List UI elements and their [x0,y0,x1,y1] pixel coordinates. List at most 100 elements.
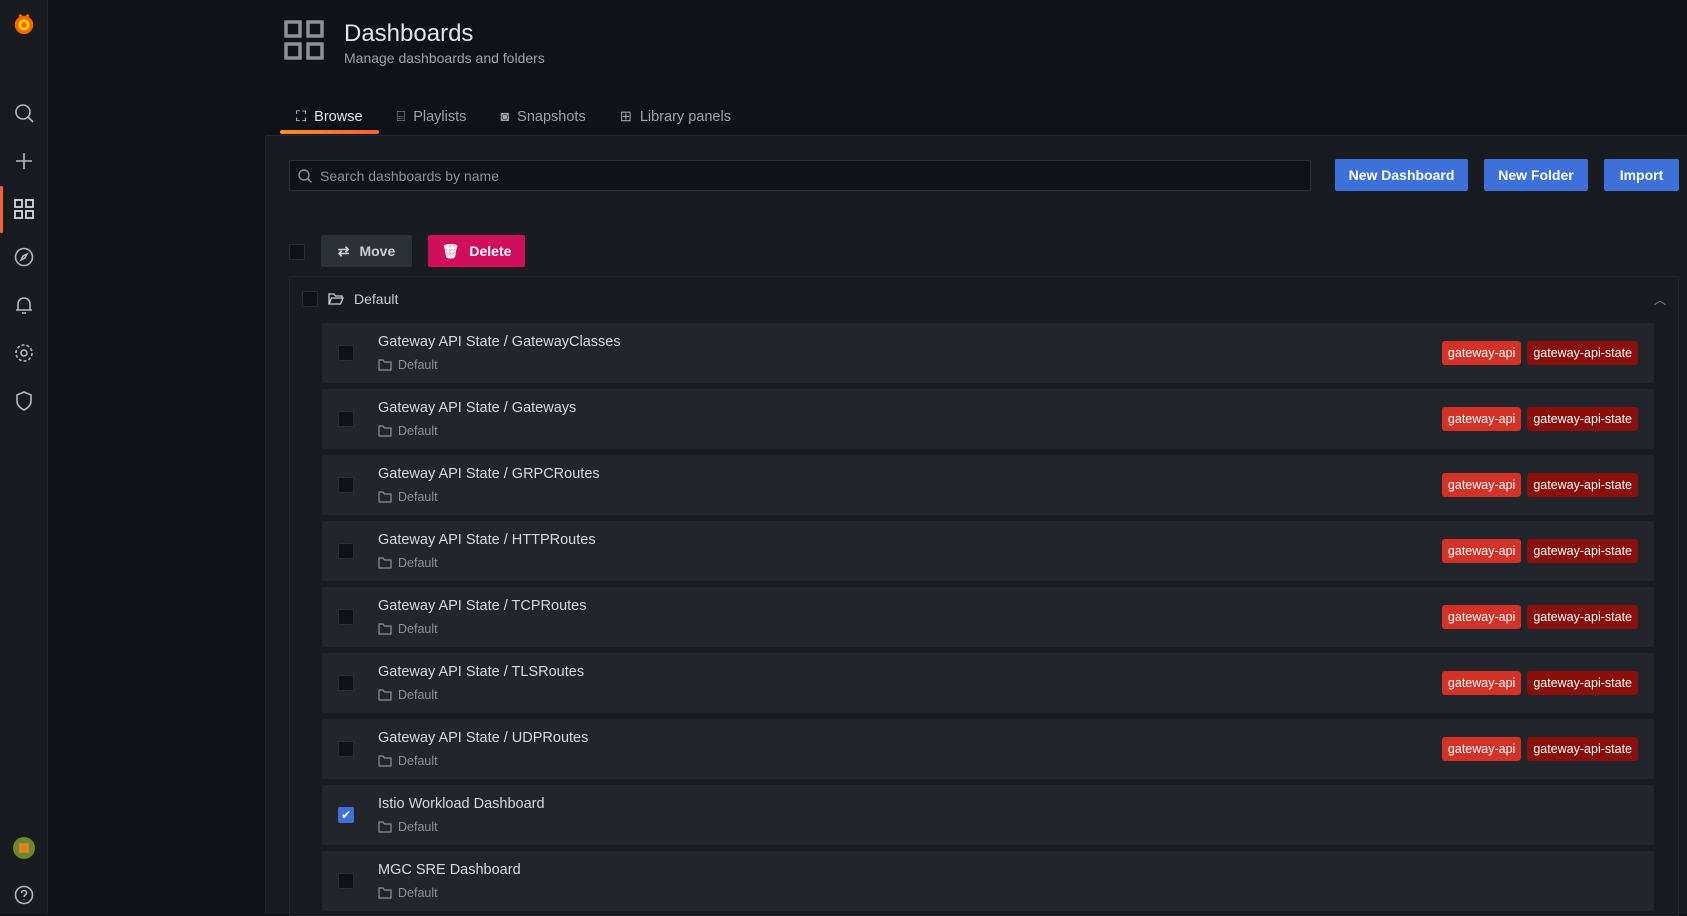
swap-arrows-icon: ⇄ [337,242,350,259]
bell-icon[interactable] [12,293,36,317]
folder-label: Default [398,424,438,438]
tag-badge[interactable]: gateway-api [1441,473,1522,497]
dashboard-checkbox[interactable] [338,345,354,361]
import-button[interactable]: Import [1604,159,1679,191]
page-title: Dashboards [344,20,474,47]
tag-badge[interactable]: gateway-api [1441,605,1522,629]
folder-icon [378,425,392,437]
dashboard-checkbox[interactable] [338,675,354,691]
tab-label: Playlists [413,109,467,125]
shield-icon[interactable] [12,389,36,413]
dashboard-list-item[interactable]: Gateway API State / HTTPRoutes Default g… [322,521,1654,581]
tag-badge[interactable]: gateway-api-state [1527,539,1638,563]
tag-badge[interactable]: gateway-api-state [1527,407,1638,431]
chevron-up-icon[interactable]: ︿ [1654,291,1666,308]
tab-snapshots[interactable]: ◙ Snapshots [484,104,601,130]
folder-header[interactable]: Default [302,291,398,307]
search-placeholder: Search dashboards by name [320,167,499,184]
compass-icon[interactable] [12,245,36,269]
avatar[interactable] [12,836,36,860]
page-subtitle: Manage dashboards and folders [344,50,545,66]
dashboard-checkbox[interactable] [338,411,354,427]
tag-badge[interactable]: gateway-api [1441,671,1522,695]
tag-list: gateway-api gateway-api-state [1441,341,1638,365]
search-icon [298,168,312,183]
dashboard-folder: Default [378,754,438,768]
tab-label: Library panels [639,109,731,125]
tag-list: gateway-api gateway-api-state [1441,671,1638,695]
dashboard-checkbox[interactable] [338,873,354,889]
delete-button[interactable]: 🗑 Delete [428,235,525,267]
tag-badge[interactable]: gateway-api-state [1527,605,1638,629]
tag-badge[interactable]: gateway-api-state [1527,737,1638,761]
dashboard-folder: Default [378,688,438,702]
tag-badge[interactable]: gateway-api [1441,407,1522,431]
dashboard-checkbox[interactable] [338,477,354,493]
dashboard-title[interactable]: Gateway API State / GatewayClasses [378,334,621,350]
search-input[interactable]: Search dashboards by name [289,160,1311,191]
dashboard-title[interactable]: Gateway API State / GRPCRoutes [378,466,600,482]
tag-badge[interactable]: gateway-api-state [1527,671,1638,695]
dashboard-title[interactable]: Gateway API State / HTTPRoutes [378,532,596,548]
folder-icon [378,359,392,371]
tab-bar: ⛶ Browse ⌸ Playlists ◙ Snapshots ⊞ Library p… [280,104,749,134]
dashboards-icon[interactable] [12,197,36,221]
tag-badge[interactable]: gateway-api [1441,341,1522,365]
dashboard-checkbox[interactable] [338,741,354,757]
search-icon[interactable] [12,101,36,125]
folder-open-icon [328,293,344,305]
new-folder-button[interactable]: New Folder [1484,159,1588,191]
select-all-checkbox[interactable] [289,244,305,260]
dashboard-title[interactable]: Gateway API State / TLSRoutes [378,664,584,680]
dashboard-checkbox[interactable]: ✔ [338,807,354,823]
dashboard-list-item[interactable]: Gateway API State / TCPRoutes Default ga… [322,587,1654,647]
tab-playlists[interactable]: ⌸ Playlists [381,104,483,130]
dashboard-title[interactable]: Gateway API State / TCPRoutes [378,598,586,614]
tag-badge[interactable]: gateway-api [1441,539,1522,563]
tag-list: gateway-api gateway-api-state [1441,605,1638,629]
gear-icon[interactable] [12,341,36,365]
new-dashboard-button[interactable]: New Dashboard [1335,159,1468,191]
tag-badge[interactable]: gateway-api-state [1527,473,1638,497]
folder-label: Default [398,556,438,570]
presentation-icon: ⌸ [396,109,406,125]
folder-icon [378,755,392,767]
dashboard-folder: Default [378,886,438,900]
dashboard-checkbox[interactable] [338,609,354,625]
tag-badge[interactable]: gateway-api-state [1527,341,1638,365]
folder-icon [378,557,392,569]
delete-label: Delete [469,243,512,259]
plus-icon[interactable] [12,149,36,173]
dashboard-list-item[interactable]: Gateway API State / UDPRoutes Default ga… [322,719,1654,779]
dashboard-folder: Default [378,820,438,834]
folder-label: Default [398,754,438,768]
folder-label: Default [398,886,438,900]
help-icon[interactable] [12,883,36,907]
tab-browse[interactable]: ⛶ Browse [280,104,379,134]
dashboard-folder: Default [378,490,438,504]
folder-icon [378,623,392,635]
tab-label: Browse [314,109,363,125]
dashboard-title[interactable]: Gateway API State / Gateways [378,400,576,416]
dashboard-list-item[interactable]: Gateway API State / Gateways Default gat… [322,389,1654,449]
grafana-logo-icon[interactable] [12,12,36,36]
tab-library-panels[interactable]: ⊞ Library panels [604,104,747,130]
tag-badge[interactable]: gateway-api [1441,737,1522,761]
folder-icon [378,887,392,899]
dashboard-title[interactable]: Istio Workload Dashboard [378,796,545,812]
dashboard-checkbox[interactable] [338,543,354,559]
folder-label: Default [398,688,438,702]
dashboard-list-item[interactable]: Gateway API State / GatewayClasses Defau… [322,323,1654,383]
sitemap-icon: ⛶ [296,109,307,125]
dashboard-folder: Default [378,622,438,636]
camera-icon: ◙ [500,109,510,125]
dashboard-list-item[interactable]: Gateway API State / GRPCRoutes Default g… [322,455,1654,515]
folder-checkbox[interactable] [302,291,318,307]
dashboard-list-item[interactable]: MGC SRE Dashboard Default [322,851,1654,911]
dashboard-title[interactable]: MGC SRE Dashboard [378,862,521,878]
folder-label: Default [398,622,438,636]
dashboard-list-item[interactable]: Gateway API State / TLSRoutes Default ga… [322,653,1654,713]
dashboard-list-item[interactable]: ✔ Istio Workload Dashboard Default [322,785,1654,845]
move-button[interactable]: ⇄ Move [321,235,412,267]
dashboard-title[interactable]: Gateway API State / UDPRoutes [378,730,588,746]
